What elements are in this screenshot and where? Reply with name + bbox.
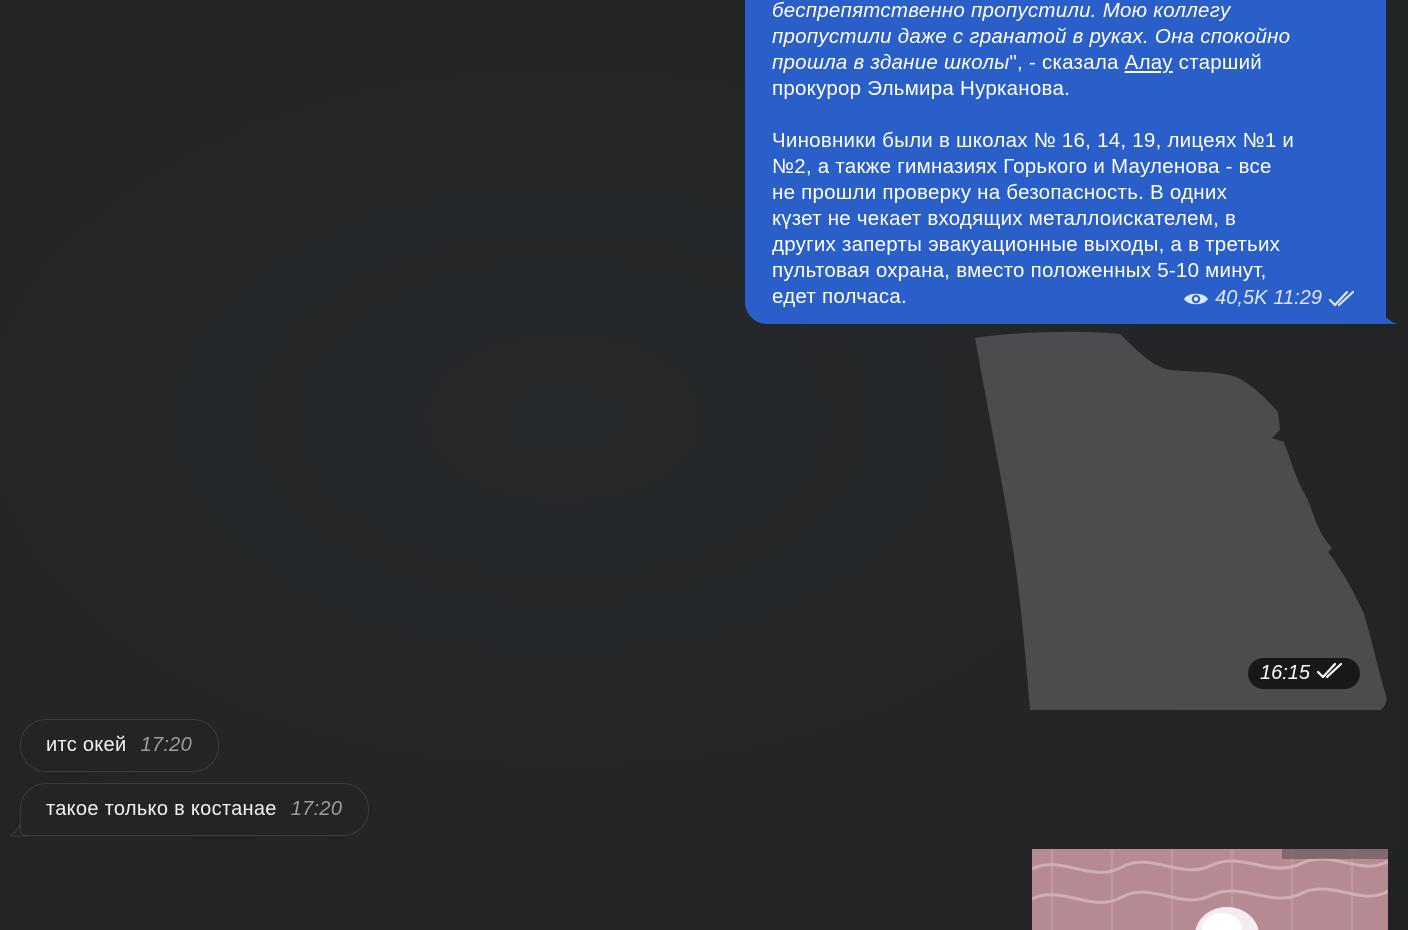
message-text: такое только в костанае bbox=[46, 798, 277, 820]
incoming-message[interactable]: итс окей 17:20 bbox=[20, 719, 220, 772]
bubble-tail bbox=[1372, 304, 1398, 324]
photo-message[interactable] bbox=[1032, 849, 1388, 930]
post-text-part: ", - сказала bbox=[1009, 51, 1125, 74]
post-text: беспрепятственно пропустили. Мою коллегу… bbox=[772, 0, 1362, 310]
message-text: итс окей bbox=[46, 734, 127, 756]
double-check-icon bbox=[1316, 661, 1346, 687]
post-views: 40,5K bbox=[1215, 287, 1268, 309]
eye-icon bbox=[1183, 290, 1209, 308]
post-link[interactable]: Алау bbox=[1125, 51, 1173, 74]
message-time: 17:20 bbox=[140, 734, 193, 756]
chat-area: беспрепятственно пропустили. Мою коллегу… bbox=[0, 0, 1408, 930]
post-paragraph: Чиновники были в школах № 16, 14, 19, ли… bbox=[772, 129, 1295, 308]
outgoing-post-bubble[interactable]: беспрепятственно пропустили. Мою коллегу… bbox=[745, 0, 1386, 324]
sticker-time: 16:15 bbox=[1260, 662, 1311, 684]
photo-image bbox=[1032, 849, 1388, 930]
message-time: 17:20 bbox=[290, 798, 343, 820]
post-meta: 40,5K 11:29 bbox=[1183, 287, 1358, 310]
double-check-icon bbox=[1328, 289, 1358, 309]
post-time: 11:29 bbox=[1273, 287, 1322, 309]
sticker-time-badge: 16:15 bbox=[1248, 658, 1361, 689]
incoming-message[interactable]: такое только в костанае 17:20 bbox=[20, 783, 370, 836]
